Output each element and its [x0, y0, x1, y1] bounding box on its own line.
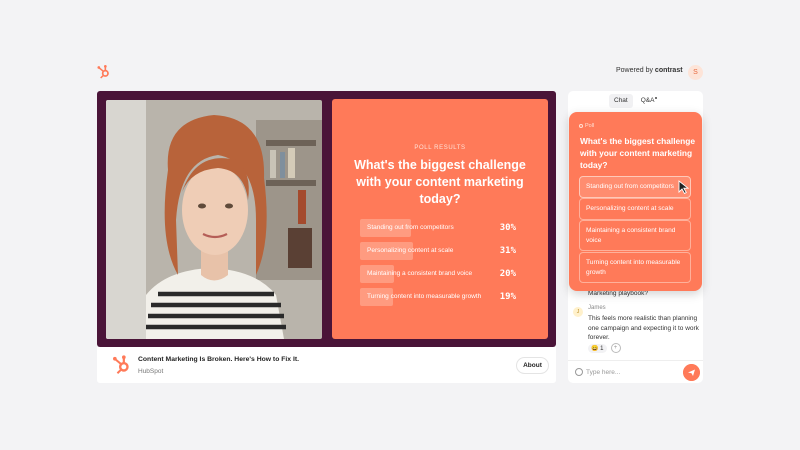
poll-icon	[579, 123, 583, 128]
poll-results-panel: POLL RESULTS What's the biggest challeng…	[332, 99, 548, 339]
poll-option[interactable]: Turning content into measurable growth	[579, 252, 691, 283]
poll-tag-label: Poll	[585, 123, 595, 129]
unread-dot	[655, 97, 658, 99]
chat-composer	[568, 360, 703, 383]
chat-tabs: Chat Q&A	[609, 94, 662, 108]
message-text: This feels more realistic than planning …	[588, 315, 699, 341]
add-reaction-icon[interactable]: +	[610, 343, 621, 353]
reaction-count: 1	[600, 345, 604, 352]
poll-result-row: Standing out from competitors 30%	[360, 219, 516, 237]
poll-option[interactable]: Maintaining a consistent brand voice	[579, 220, 691, 251]
message-author: James	[588, 305, 606, 311]
hubspot-logo-icon	[113, 355, 129, 374]
speaker-video	[106, 100, 322, 339]
powered-by: Powered by contrast	[616, 67, 683, 74]
poll-result-label: Standing out from competitors	[367, 224, 454, 231]
tab-qa-label: Q&A	[640, 97, 655, 104]
poll-result-label: Maintaining a consistent brand voice	[367, 270, 473, 277]
emoji-icon[interactable]	[575, 368, 583, 376]
chat-input[interactable]	[586, 366, 676, 379]
poll-result-percent: 20%	[499, 269, 516, 279]
poll-result-percent: 19%	[499, 292, 516, 302]
send-icon[interactable]	[683, 364, 700, 381]
reaction-emoji: 😄	[591, 345, 599, 352]
user-avatar[interactable]: S	[688, 65, 703, 80]
stage: POLL RESULTS What's the biggest challeng…	[97, 91, 556, 347]
poll-result-row: Personalizing content at scale 31%	[360, 242, 516, 260]
session-info-bar: Content Marketing Is Broken. Here's How …	[97, 347, 556, 383]
poll-option[interactable]: Personalizing content at scale	[579, 198, 691, 220]
session-title: Content Marketing Is Broken. Here's How …	[138, 356, 299, 363]
session-host: HubSpot	[138, 368, 164, 375]
cursor-icon	[678, 180, 690, 194]
poll-results-kicker: POLL RESULTS	[414, 145, 466, 151]
about-button[interactable]: About	[516, 357, 549, 374]
poll-result-percent: 31%	[499, 246, 516, 256]
tab-chat[interactable]: Chat	[609, 94, 633, 108]
poll-card: Poll What's the biggest challenge with y…	[569, 112, 702, 291]
powered-prefix: Powered by	[616, 67, 653, 74]
reaction-pill[interactable]: 😄 1	[588, 343, 607, 353]
previous-message-tail: Marketing playbook?	[588, 290, 648, 297]
tab-qa[interactable]: Q&A	[636, 94, 663, 108]
poll-results-question: What's the biggest challenge with your c…	[354, 158, 526, 206]
message-reactions: 😄 1 +	[588, 343, 621, 353]
poll-result-label: Personalizing content at scale	[367, 247, 454, 254]
poll-option[interactable]: Standing out from competitors	[579, 176, 691, 198]
avatar: J	[573, 307, 583, 317]
poll-result-label: Turning content into measurable growth	[367, 293, 482, 300]
poll-tag: Poll	[579, 123, 594, 129]
poll-result-row: Turning content into measurable growth 1…	[360, 288, 516, 306]
powered-brand: contrast	[654, 67, 683, 74]
tab-chat-label: Chat	[614, 97, 628, 104]
poll-result-row: Maintaining a consistent brand voice 20%	[360, 265, 516, 283]
poll-question: What's the biggest challenge with your c…	[580, 136, 696, 170]
hubspot-logo-icon	[97, 65, 109, 79]
poll-result-percent: 30%	[499, 223, 516, 233]
